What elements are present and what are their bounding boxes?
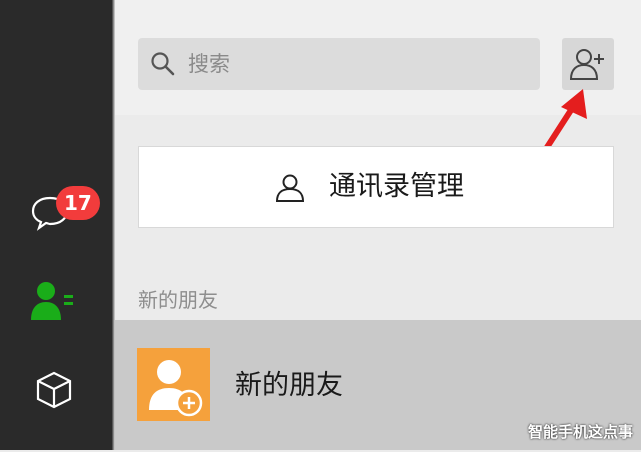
person-outline-icon [275,174,305,202]
watermark: 智能手机这点事 [527,423,633,441]
search-placeholder: 搜索 [188,52,230,76]
unread-badge: 17 [56,186,100,220]
new-friends-avatar [137,348,210,421]
mini-program-box-icon [36,371,72,409]
search-box[interactable]: 搜索 [138,38,540,90]
search-icon [151,52,175,76]
contacts-management-label: 通讯录管理 [329,171,464,202]
contacts-icon [31,282,73,320]
contacts-management-button[interactable]: 通讯录管理 [138,146,614,228]
add-friend-icon [149,360,203,417]
add-contact-button[interactable] [562,38,614,90]
add-contact-icon [569,49,604,80]
nav-contacts[interactable] [28,280,78,322]
section-title-new-friends: 新的朋友 [138,288,218,312]
new-friends-label: 新的朋友 [235,370,343,401]
nav-mini-programs[interactable] [34,370,74,410]
